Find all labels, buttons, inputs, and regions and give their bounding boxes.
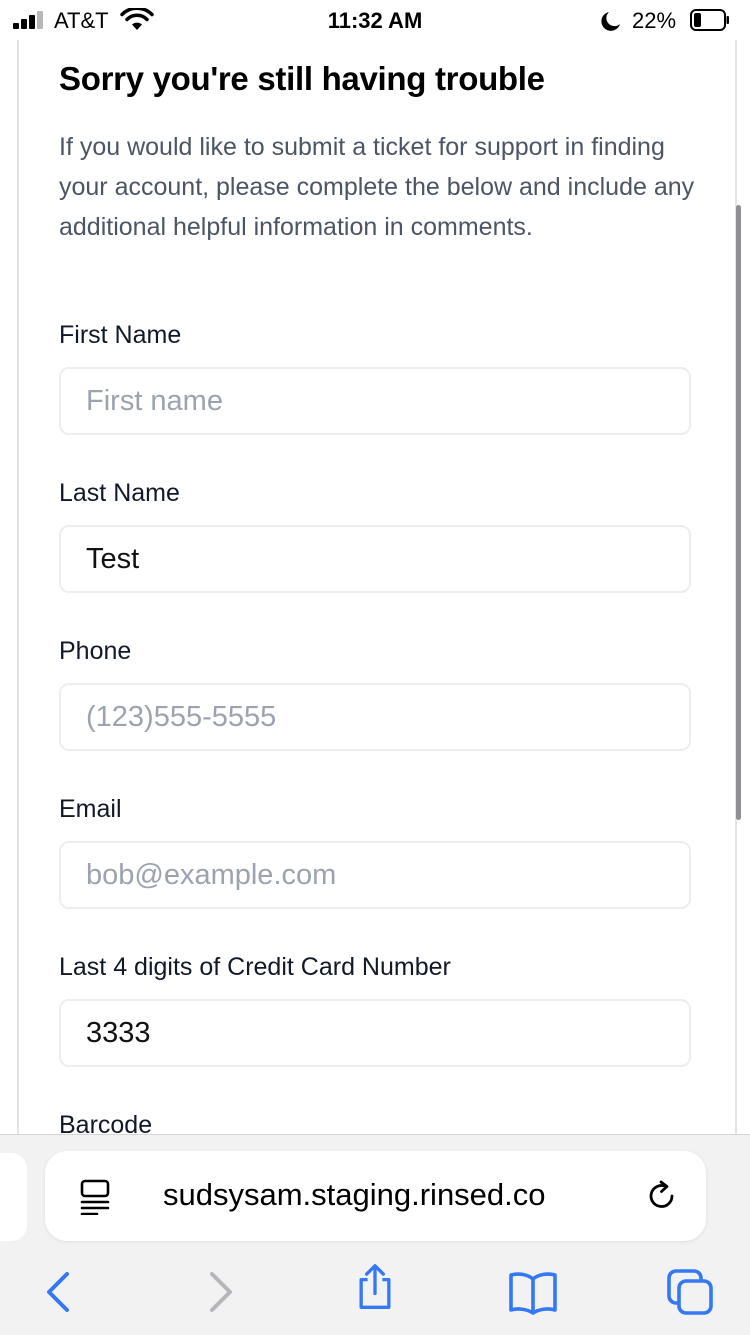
email-label: Email (59, 795, 122, 823)
card-digits-input[interactable] (61, 1001, 689, 1065)
reload-icon[interactable] (645, 1179, 679, 1213)
browser-toolbar: sudsysam.staging.rinsed.co (0, 1134, 750, 1335)
page-title: Sorry you're still having trouble (59, 60, 545, 97)
last-name-label: Last Name (59, 479, 180, 507)
url-text[interactable]: sudsysam.staging.rinsed.co (163, 1177, 546, 1213)
first-name-label: First Name (59, 321, 182, 349)
battery-icon (690, 9, 729, 31)
last-name-input[interactable] (61, 527, 689, 591)
moon-icon (601, 12, 620, 31)
email-input[interactable] (61, 843, 689, 907)
phone-input[interactable] (61, 685, 689, 749)
phone-label: Phone (59, 637, 132, 665)
email-field[interactable] (59, 841, 691, 909)
forward-icon[interactable] (196, 1268, 244, 1316)
share-icon[interactable] (351, 1263, 399, 1311)
bookmarks-icon[interactable] (508, 1268, 558, 1316)
first-name-field[interactable] (59, 367, 691, 435)
tabs-icon[interactable] (666, 1268, 714, 1316)
last-name-field[interactable] (59, 525, 691, 593)
phone-field[interactable] (59, 683, 691, 751)
back-icon[interactable] (35, 1268, 83, 1316)
card-digits-label: Last 4 digits of Credit Card Number (59, 953, 451, 981)
status-bar: AT&T 11:32 AM 22% (0, 0, 750, 40)
battery-percent: 22% (632, 8, 677, 33)
scrollbar[interactable] (736, 205, 741, 820)
card-digits-field[interactable] (59, 999, 691, 1067)
first-name-input[interactable] (61, 369, 689, 433)
page-description: If you would like to submit a ticket for… (59, 133, 695, 241)
previous-tab-peek[interactable] (0, 1153, 27, 1241)
reader-icon[interactable] (79, 1179, 111, 1215)
address-bar[interactable]: sudsysam.staging.rinsed.co (45, 1151, 706, 1241)
